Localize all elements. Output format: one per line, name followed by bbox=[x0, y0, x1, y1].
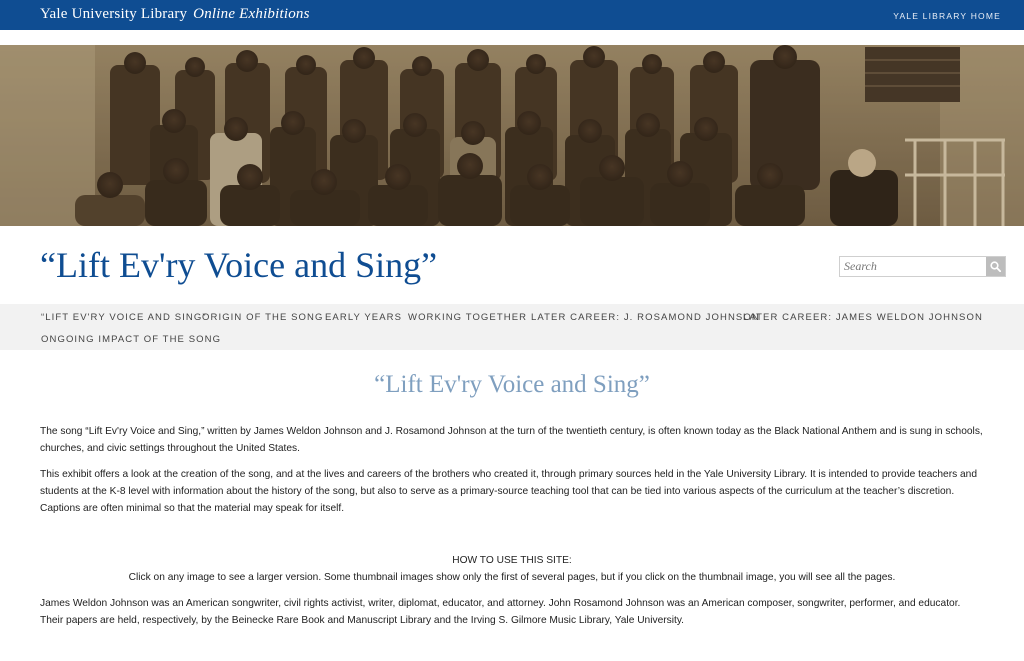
intro-paragraph: The song “Lift Ev'ry Voice and Sing,” wr… bbox=[40, 426, 983, 454]
search-button[interactable] bbox=[986, 257, 1005, 276]
page-heading: “Lift Ev'ry Voice and Sing” bbox=[374, 371, 650, 398]
nav-item-origin[interactable]: Origin of the Song bbox=[202, 312, 324, 323]
banner-photo-illustration bbox=[0, 45, 1024, 226]
biography-paragraph: James Weldon Johnson was an American son… bbox=[40, 598, 961, 626]
nav-item-early-years[interactable]: Early Years bbox=[325, 312, 402, 323]
yale-library-home-link[interactable]: YALE LIBRARY HOME bbox=[893, 11, 1001, 21]
banner-photo bbox=[0, 45, 1024, 226]
site-brand[interactable]: Yale University Library Online Exhibitio… bbox=[40, 6, 310, 23]
search-icon bbox=[990, 261, 1001, 272]
top-bar: Yale University Library Online Exhibitio… bbox=[0, 0, 1024, 30]
nav-item-home[interactable]: “Lift Ev'ry Voice and Sing” bbox=[41, 312, 207, 323]
exhibit-paragraph: This exhibit offers a look at the creati… bbox=[40, 469, 978, 514]
brand-name: Yale University Library bbox=[40, 6, 188, 22]
brand-subtitle: Online Exhibitions bbox=[193, 6, 310, 22]
how-to-use-text: Click on any image to see a larger versi… bbox=[128, 572, 896, 583]
nav-item-ongoing-impact[interactable]: Ongoing Impact of the Song bbox=[41, 334, 221, 345]
search-input[interactable] bbox=[840, 257, 986, 276]
search-box bbox=[839, 256, 1006, 277]
nav-item-later-career-rosamond[interactable]: Later Career: J. Rosamond Johnson bbox=[531, 312, 760, 323]
site-title[interactable]: “Lift Ev'ry Voice and Sing” bbox=[40, 244, 437, 286]
main-nav: “Lift Ev'ry Voice and Sing” Origin of th… bbox=[0, 304, 1024, 350]
how-to-use-title: HOW TO USE THIS SITE: bbox=[452, 555, 572, 566]
nav-item-later-career-james[interactable]: Later Career: James Weldon Johnson bbox=[743, 312, 983, 323]
nav-item-working-together[interactable]: Working Together bbox=[408, 312, 527, 323]
